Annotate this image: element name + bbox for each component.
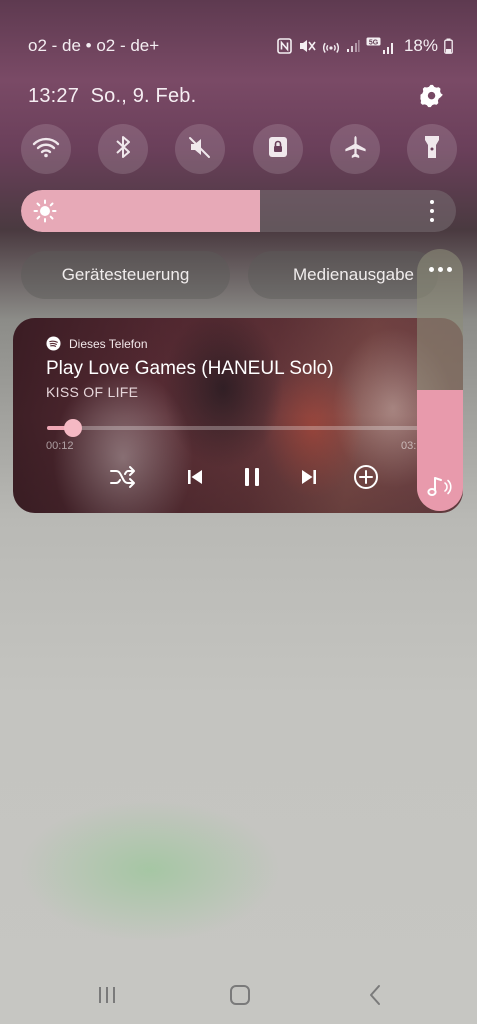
recents-icon[interactable]: [92, 982, 122, 1008]
carrier-text: o2 - de • o2 - de+: [28, 36, 160, 55]
brightness-slider[interactable]: [21, 190, 456, 232]
rotation-lock-toggle[interactable]: [252, 124, 303, 174]
quick-settings-toggles: [21, 124, 457, 176]
time-date: 13:27 So., 9. Feb.: [28, 85, 196, 108]
wifi-icon: [32, 136, 60, 163]
home-icon[interactable]: [225, 982, 255, 1008]
flashlight-icon: [424, 134, 440, 165]
device-control-button[interactable]: Gerätesteuerung: [21, 251, 230, 299]
battery-icon: [444, 37, 453, 55]
previous-icon[interactable]: [180, 462, 210, 492]
elapsed-time: 00:12: [46, 440, 74, 452]
track-title: Play Love Games (HANEUL Solo): [46, 358, 334, 379]
playback-progress-bar[interactable]: [47, 419, 419, 437]
flashlight-toggle[interactable]: [406, 124, 457, 174]
gear-icon[interactable]: [419, 83, 445, 109]
date-label: So., 9. Feb.: [90, 84, 197, 107]
battery-percent: 18%: [403, 36, 438, 55]
wifi-toggle[interactable]: [21, 124, 71, 174]
5g-signal-icon: 5G: [366, 37, 396, 55]
date-row: 13:27 So., 9. Feb.: [28, 82, 445, 110]
navigation-bar: [0, 978, 477, 1012]
music-note-icon[interactable]: [426, 475, 454, 499]
signal-icon: [346, 37, 360, 55]
progress-knob[interactable]: [64, 419, 83, 437]
airplane-mode-icon: [342, 134, 368, 165]
rotation-lock-icon: [267, 135, 289, 164]
brightness-more-options-icon[interactable]: [424, 200, 440, 222]
clock-time: 13:27: [28, 84, 80, 107]
media-player-card[interactable]: Dieses Telefon Play Love Games (HANEUL S…: [13, 318, 463, 513]
track-artist: KISS OF LIFE: [46, 384, 139, 400]
nfc-icon: [277, 37, 292, 55]
total-time: 03:: [401, 440, 417, 452]
volume-more-options-icon[interactable]: [417, 267, 463, 272]
spotify-icon: [46, 336, 61, 351]
airplane-mode-toggle[interactable]: [329, 124, 380, 174]
volume-slider[interactable]: [417, 249, 463, 511]
sun-icon: [33, 199, 57, 223]
mute-icon: [298, 37, 316, 55]
bluetooth-icon: [115, 134, 131, 165]
bluetooth-toggle[interactable]: [98, 124, 149, 174]
network-badge: 5G: [369, 39, 379, 46]
status-bar: o2 - de • o2 - de+ 5G 18%: [28, 34, 453, 58]
sound-toggle[interactable]: [175, 124, 226, 174]
shuffle-icon[interactable]: [108, 462, 138, 492]
hotspot-icon: [322, 37, 340, 55]
sound-mute-icon: [187, 135, 213, 164]
media-source-label: Dieses Telefon: [69, 336, 148, 351]
playback-controls: [108, 462, 378, 492]
status-icons: 5G 18%: [277, 36, 453, 56]
back-icon[interactable]: [360, 982, 390, 1008]
media-source: Dieses Telefon: [46, 336, 148, 351]
next-icon[interactable]: [294, 462, 324, 492]
media-output-button[interactable]: Medienausgabe: [248, 251, 438, 299]
add-icon[interactable]: [351, 462, 381, 492]
pause-icon[interactable]: [237, 462, 267, 492]
